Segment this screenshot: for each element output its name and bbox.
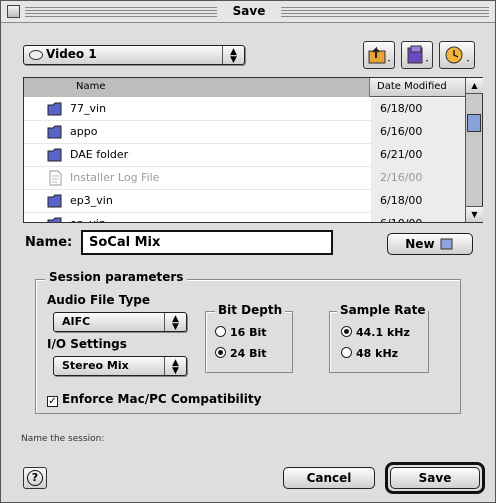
- file-rows: 77_vin 6/18/00 appo 6/16/00 DAE folder 6/21/0…: [24, 98, 465, 222]
- folder-icon: [47, 148, 62, 162]
- title-stripes-left: [25, 7, 217, 17]
- sample-rate-box: [329, 311, 429, 373]
- column-header: Name Date Modified: [24, 78, 465, 97]
- file-date: 6/21/00: [380, 148, 423, 161]
- name-label: Name:: [25, 235, 73, 250]
- scroll-down-arrow-icon[interactable]: ▼: [466, 206, 483, 222]
- io-settings-popup[interactable]: Stereo Mix ▲ ▼: [53, 356, 187, 376]
- file-row[interactable]: ep3_vin 6/18/00: [24, 190, 465, 213]
- file-date: 2/16/00: [380, 171, 423, 184]
- recent-button[interactable]: [439, 41, 475, 69]
- bit-depth-box: [205, 311, 293, 373]
- compat-checkbox[interactable]: ✓ Enforce Mac/PC Compatibility: [47, 392, 261, 407]
- title-bar[interactable]: Save: [1, 1, 495, 23]
- compat-label: Enforce Mac/PC Compatibility: [62, 392, 262, 406]
- scroll-thumb[interactable]: [467, 114, 481, 132]
- save-label: Save: [418, 471, 452, 485]
- status-text: Name the session:: [21, 434, 105, 444]
- new-button-label: New: [405, 237, 435, 251]
- scroll-up-arrow-icon[interactable]: ▲: [466, 78, 483, 94]
- file-name: ep_vin: [70, 217, 106, 222]
- location-value: Video 1: [46, 47, 97, 61]
- file-row[interactable]: Installer Log File 2/16/00: [24, 167, 465, 190]
- new-folder-icon: [407, 45, 428, 64]
- io-settings-value: Stereo Mix: [62, 359, 129, 372]
- bit-depth-label: Bit Depth: [215, 303, 286, 317]
- radio-24-bit-label: 24 Bit: [230, 347, 267, 360]
- file-name: 77_vin: [70, 102, 107, 115]
- file-date: 6/10/00: [380, 217, 422, 222]
- window-title: Save: [232, 4, 266, 18]
- radio-16-bit[interactable]: 16 Bit: [215, 326, 267, 339]
- audio-file-type-label: Audio File Type: [47, 293, 151, 307]
- folder-icon: [47, 125, 62, 139]
- checkmark-icon: ✓: [47, 396, 58, 407]
- radio-48-khz[interactable]: 48 kHz: [341, 347, 398, 360]
- folder-up-button[interactable]: [363, 41, 395, 69]
- help-button[interactable]: ?: [23, 467, 47, 489]
- sample-rate-label: Sample Rate: [337, 303, 429, 317]
- radio-48-khz-label: 48 kHz: [356, 347, 399, 360]
- radio-16-bit-label: 16 Bit: [230, 326, 267, 339]
- folder-icon: [47, 217, 62, 222]
- name-column-label: Name: [76, 81, 106, 92]
- file-name: Installer Log File: [70, 171, 160, 184]
- popup-arrow-icon: ▲ ▼: [222, 46, 244, 65]
- radio-24-bit-dot: [215, 347, 226, 358]
- file-list[interactable]: Name Date Modified 77_vin 6/18/00 appo 6/16…: [23, 77, 483, 223]
- session-name-input[interactable]: [81, 230, 333, 255]
- name-column-header[interactable]: Name: [24, 78, 370, 97]
- radio-16-bit-dot: [215, 326, 226, 337]
- help-icon: ?: [27, 470, 43, 486]
- recent-clock-icon: [445, 46, 469, 64]
- popup-arrow-icon: ▲ ▼: [164, 313, 186, 332]
- audio-file-type-value: AIFC: [62, 315, 91, 328]
- file-row[interactable]: DAE folder 6/21/00: [24, 144, 465, 167]
- new-folder-button[interactable]: [401, 41, 433, 69]
- save-dialog: Save Video 1 ▲ ▼ Name Date Modified 77_v…: [0, 0, 496, 503]
- io-settings-label: I/O Settings: [47, 337, 127, 351]
- scrollbar[interactable]: ▲ ▼: [465, 78, 483, 222]
- file-row[interactable]: appo 6/16/00: [24, 121, 465, 144]
- radio-44-khz[interactable]: 44.1 kHz: [341, 326, 410, 339]
- cancel-label: Cancel: [306, 471, 352, 485]
- save-button[interactable]: Save: [390, 467, 480, 489]
- location-popup[interactable]: Video 1 ▲ ▼: [23, 45, 245, 65]
- audio-file-type-popup[interactable]: AIFC ▲ ▼: [53, 312, 187, 332]
- radio-48-khz-dot: [341, 347, 352, 358]
- folder-icon: [47, 102, 62, 116]
- new-button[interactable]: New: [387, 233, 473, 255]
- cancel-button[interactable]: Cancel: [283, 467, 375, 489]
- date-column-header[interactable]: Date Modified: [371, 78, 465, 97]
- new-folder-small-icon: [440, 238, 453, 250]
- radio-24-bit[interactable]: 24 Bit: [215, 347, 267, 360]
- file-name: appo: [70, 125, 98, 138]
- file-name: ep3_vin: [70, 194, 113, 207]
- file-row[interactable]: 77_vin 6/18/00: [24, 98, 465, 121]
- title-stripes-right: [281, 7, 489, 17]
- popup-arrow-icon: ▲ ▼: [164, 357, 186, 376]
- folder-icon: [47, 194, 62, 208]
- radio-44-khz-label: 44.1 kHz: [356, 326, 410, 339]
- file-date: 6/18/00: [380, 102, 423, 115]
- radio-44-khz-dot: [341, 326, 352, 337]
- document-icon: [49, 170, 62, 186]
- folder-up-icon: [368, 46, 390, 64]
- file-date: 6/16/00: [380, 125, 423, 138]
- file-date: 6/18/00: [380, 194, 423, 207]
- date-column-label: Date Modified: [377, 81, 447, 92]
- file-name: DAE folder: [70, 148, 129, 161]
- session-parameters-title: Session parameters: [45, 270, 188, 284]
- close-box[interactable]: [7, 5, 20, 18]
- disk-icon: [29, 50, 43, 60]
- file-row[interactable]: ep_vin 6/10/00: [24, 213, 465, 222]
